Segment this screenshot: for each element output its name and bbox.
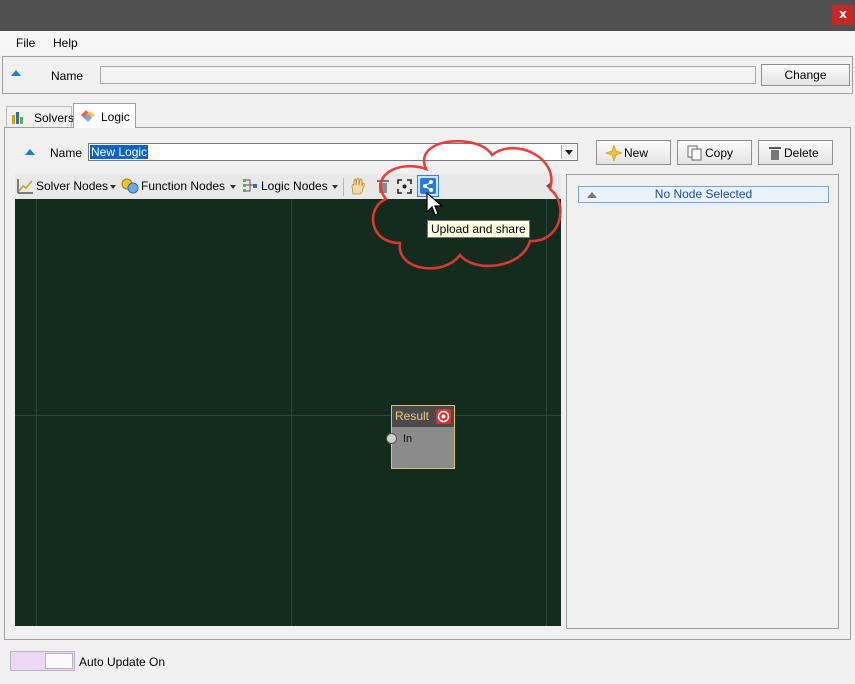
auto-update-toggle[interactable] xyxy=(10,651,75,671)
logic-collapse-icon[interactable] xyxy=(25,149,35,155)
tab-solvers-label: Solvers xyxy=(34,111,75,125)
result-node[interactable]: Result In xyxy=(386,405,455,469)
properties-panel: No Node Selected xyxy=(566,174,839,629)
new-star-icon xyxy=(606,145,622,161)
new-button[interactable]: New xyxy=(596,140,671,165)
no-node-selected-header[interactable]: No Node Selected xyxy=(578,186,829,203)
mouse-cursor-icon xyxy=(426,192,444,216)
collapse-icon[interactable] xyxy=(587,192,597,198)
logic-nodes-caret-icon[interactable] xyxy=(332,185,338,189)
solver-nodes-dropdown[interactable]: Solver Nodes xyxy=(36,179,108,193)
copy-button-label: Copy xyxy=(705,146,734,160)
close-button[interactable]: x xyxy=(832,5,854,25)
solver-nodes-caret-icon[interactable] xyxy=(110,185,116,189)
no-node-selected-label: No Node Selected xyxy=(654,187,753,201)
copy-icon xyxy=(687,145,702,161)
callout-cloud xyxy=(371,139,562,270)
tab-solvers[interactable]: Solvers xyxy=(6,106,75,128)
logic-nodes-icon xyxy=(243,179,257,192)
menu-help[interactable]: Help xyxy=(53,36,78,50)
result-node-title: Result xyxy=(395,409,430,423)
grid-line xyxy=(291,199,292,626)
solver-nodes-icon xyxy=(17,179,33,194)
grid-line xyxy=(15,415,561,416)
input-port-label: In xyxy=(403,433,413,445)
delete-button-label: Delete xyxy=(784,146,819,160)
tooltip: Upload and share xyxy=(427,220,530,238)
logic-name-label: Name xyxy=(50,146,83,160)
copy-button[interactable]: Copy xyxy=(677,140,752,165)
new-button-label: New xyxy=(624,146,649,160)
name-input[interactable] xyxy=(100,66,756,84)
toolbar-divider xyxy=(343,178,344,196)
name-label: Name xyxy=(51,69,84,83)
chart-icon xyxy=(12,112,23,124)
input-port-in[interactable] xyxy=(386,433,397,444)
title-bar: x xyxy=(0,0,855,31)
tab-logic-label: Logic xyxy=(101,110,130,124)
function-nodes-caret-icon[interactable] xyxy=(230,185,236,189)
collapse-icon[interactable] xyxy=(11,70,21,76)
toggle-knob[interactable] xyxy=(45,653,73,669)
logic-nodes-dropdown[interactable]: Logic Nodes xyxy=(261,179,328,193)
function-nodes-icon xyxy=(121,178,139,194)
logic-name-value: New Logic xyxy=(90,145,149,159)
function-nodes-dropdown[interactable]: Function Nodes xyxy=(141,179,225,193)
logic-icon xyxy=(81,110,95,122)
name-strip: Name Change xyxy=(2,56,853,94)
trash-icon xyxy=(769,147,781,160)
tab-logic[interactable]: Logic xyxy=(73,103,136,128)
menu-bar: File Help xyxy=(0,31,855,55)
delete-button[interactable]: Delete xyxy=(758,140,833,165)
result-node-header[interactable]: Result xyxy=(392,406,454,427)
auto-update-label: Auto Update On xyxy=(79,655,166,669)
grid-line xyxy=(36,199,37,626)
change-button[interactable]: Change xyxy=(761,64,850,86)
result-target-icon xyxy=(436,409,451,424)
menu-file[interactable]: File xyxy=(16,36,35,50)
